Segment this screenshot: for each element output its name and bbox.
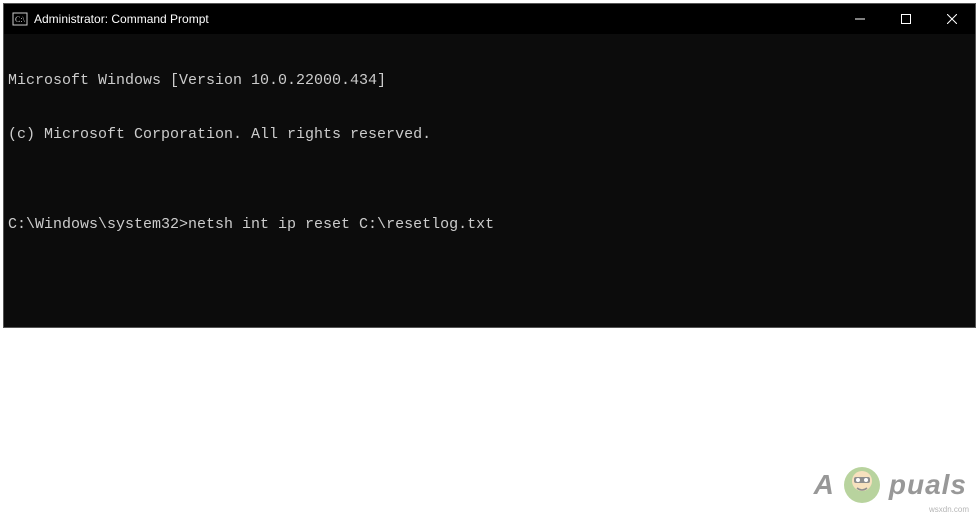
close-button[interactable] (929, 4, 975, 34)
window-title: Administrator: Command Prompt (34, 12, 209, 26)
terminal-output-line: Microsoft Windows [Version 10.0.22000.43… (8, 72, 971, 90)
window-controls (837, 4, 975, 34)
titlebar-left: C:\ Administrator: Command Prompt (4, 11, 209, 27)
credit-text: wsxdn.com (929, 505, 969, 514)
watermark-text-left: A (814, 469, 835, 501)
terminal-command: netsh int ip reset C:\resetlog.txt (188, 216, 494, 234)
terminal-prompt: C:\Windows\system32> (8, 216, 188, 234)
svg-text:C:\: C:\ (15, 15, 26, 24)
terminal-prompt-line: C:\Windows\system32> netsh int ip reset … (8, 216, 971, 234)
cmd-icon: C:\ (12, 11, 28, 27)
terminal-body[interactable]: Microsoft Windows [Version 10.0.22000.43… (4, 34, 975, 327)
watermark-mascot-icon (841, 464, 883, 506)
maximize-button[interactable] (883, 4, 929, 34)
minimize-icon (855, 14, 865, 24)
terminal-output-line: (c) Microsoft Corporation. All rights re… (8, 126, 971, 144)
maximize-icon (901, 14, 911, 24)
close-icon (947, 14, 957, 24)
titlebar[interactable]: C:\ Administrator: Command Prompt (4, 4, 975, 34)
minimize-button[interactable] (837, 4, 883, 34)
watermark: A puals (814, 464, 967, 506)
command-prompt-window: C:\ Administrator: Command Prompt (3, 3, 976, 328)
watermark-text-right: puals (889, 469, 967, 501)
